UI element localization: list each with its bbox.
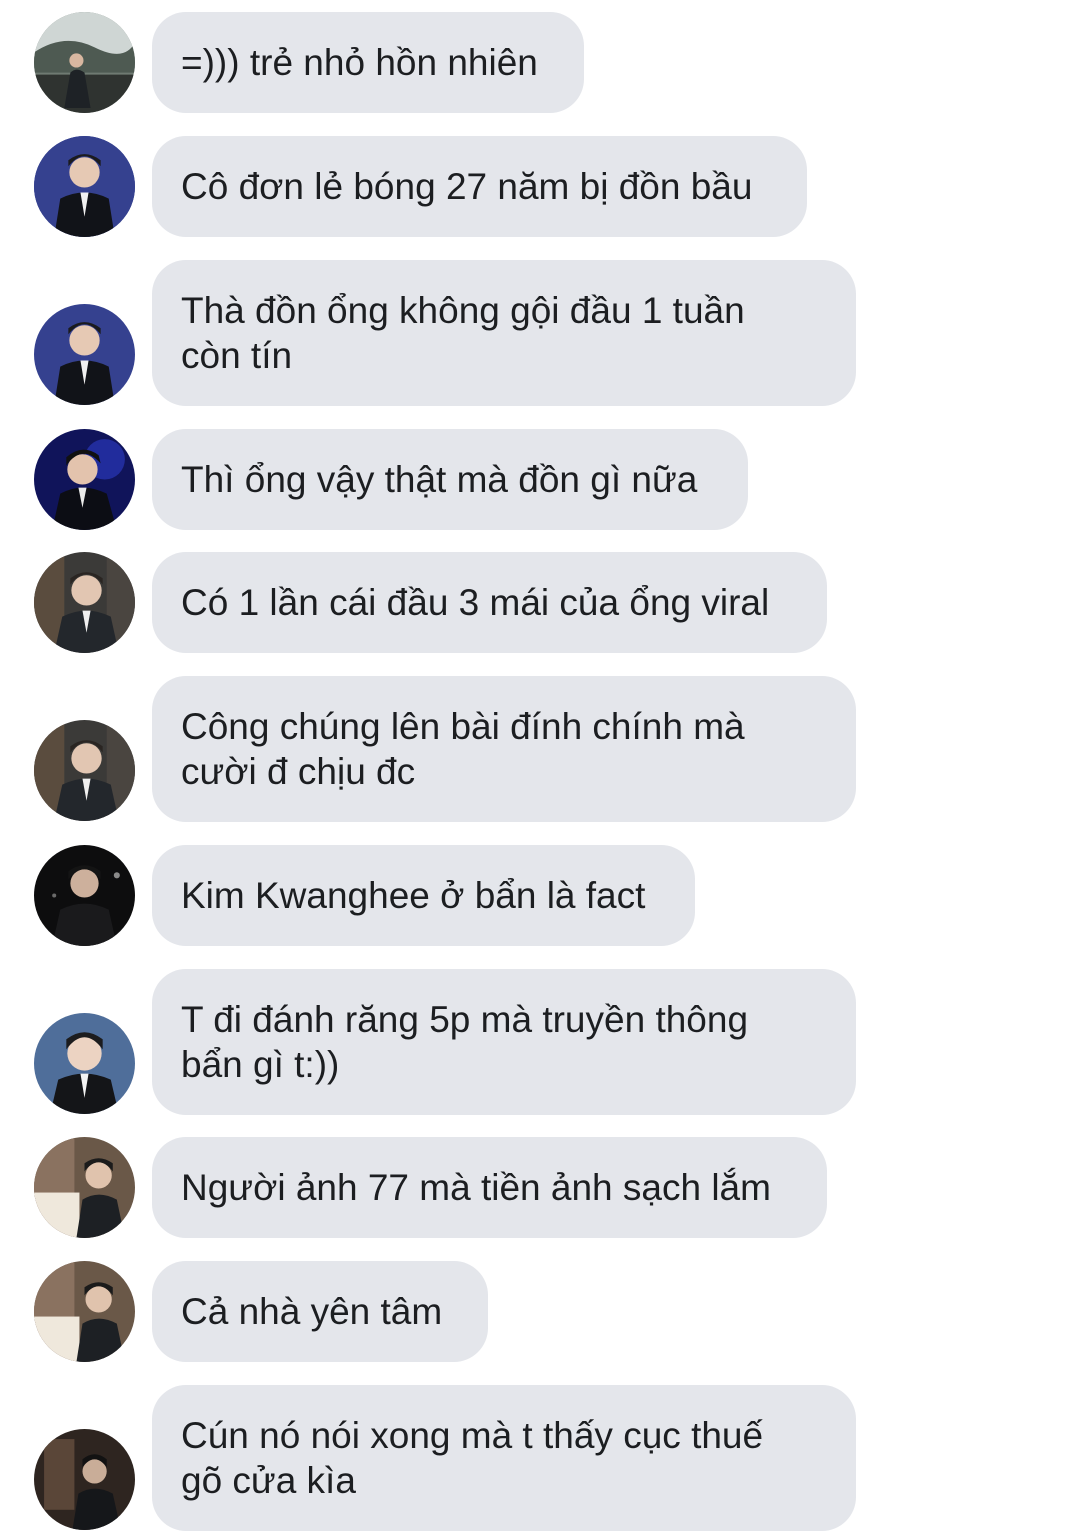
chat-thread: =))) trẻ nhỏ hồn nhiên Cô đơn lẻ bóng 27… [0, 0, 1080, 1538]
message-row: Công chúng lên bài đính chính mà cười đ … [0, 676, 1080, 822]
user-avatar-icon[interactable] [34, 1429, 135, 1530]
user-avatar-icon[interactable] [34, 720, 135, 821]
user-avatar-icon[interactable] [34, 12, 135, 113]
user-avatar-icon[interactable] [34, 136, 135, 237]
message-row: Cún nó nói xong mà t thấy cục thuế gõ cử… [0, 1385, 1080, 1531]
message-bubble[interactable]: Người ảnh 77 mà tiền ảnh sạch lắm [152, 1137, 827, 1238]
message-bubble[interactable]: Kim Kwanghee ở bẩn là fact [152, 845, 695, 946]
user-avatar-icon[interactable] [34, 1261, 135, 1362]
message-row: =))) trẻ nhỏ hồn nhiên [0, 12, 1080, 113]
message-text: Thà đồn ổng không gội đầu 1 tuần còn tín [181, 290, 745, 376]
user-avatar-icon[interactable] [34, 429, 135, 530]
message-row: Thà đồn ổng không gội đầu 1 tuần còn tín [0, 260, 1080, 406]
message-text: Cún nó nói xong mà t thấy cục thuế gõ cử… [181, 1415, 764, 1501]
message-row: Cả nhà yên tâm [0, 1261, 1080, 1362]
message-bubble[interactable]: Thà đồn ổng không gội đầu 1 tuần còn tín [152, 260, 856, 406]
message-bubble[interactable]: Cún nó nói xong mà t thấy cục thuế gõ cử… [152, 1385, 856, 1531]
message-bubble[interactable]: Có 1 lần cái đầu 3 mái của ổng viral [152, 552, 827, 653]
message-text: Có 1 lần cái đầu 3 mái của ổng viral [181, 582, 770, 623]
message-row: T đi đánh răng 5p mà truyền thông bẩn gì… [0, 969, 1080, 1115]
user-avatar-icon[interactable] [34, 1137, 135, 1238]
message-text: Kim Kwanghee ở bẩn là fact [181, 875, 646, 916]
user-avatar-icon[interactable] [34, 304, 135, 405]
message-text: Người ảnh 77 mà tiền ảnh sạch lắm [181, 1167, 771, 1208]
message-bubble[interactable]: Thì ổng vậy thật mà đồn gì nữa [152, 429, 748, 530]
message-bubble[interactable]: T đi đánh răng 5p mà truyền thông bẩn gì… [152, 969, 856, 1115]
message-text: =))) trẻ nhỏ hồn nhiên [181, 42, 538, 83]
user-avatar-icon[interactable] [34, 552, 135, 653]
message-text: Công chúng lên bài đính chính mà cười đ … [181, 706, 745, 792]
message-bubble[interactable]: Công chúng lên bài đính chính mà cười đ … [152, 676, 856, 822]
user-avatar-icon[interactable] [34, 1013, 135, 1114]
message-text: Cả nhà yên tâm [181, 1291, 443, 1332]
user-avatar-icon[interactable] [34, 845, 135, 946]
message-row: Thì ổng vậy thật mà đồn gì nữa [0, 429, 1080, 530]
message-row: Kim Kwanghee ở bẩn là fact [0, 845, 1080, 946]
message-bubble[interactable]: Cả nhà yên tâm [152, 1261, 488, 1362]
message-row: Người ảnh 77 mà tiền ảnh sạch lắm [0, 1137, 1080, 1238]
message-row: Có 1 lần cái đầu 3 mái của ổng viral [0, 552, 1080, 653]
message-text: Cô đơn lẻ bóng 27 năm bị đồn bầu [181, 166, 753, 207]
message-bubble[interactable]: Cô đơn lẻ bóng 27 năm bị đồn bầu [152, 136, 807, 237]
message-row: Cô đơn lẻ bóng 27 năm bị đồn bầu [0, 136, 1080, 237]
message-text: Thì ổng vậy thật mà đồn gì nữa [181, 459, 698, 500]
message-bubble[interactable]: =))) trẻ nhỏ hồn nhiên [152, 12, 584, 113]
message-text: T đi đánh răng 5p mà truyền thông bẩn gì… [181, 999, 749, 1085]
